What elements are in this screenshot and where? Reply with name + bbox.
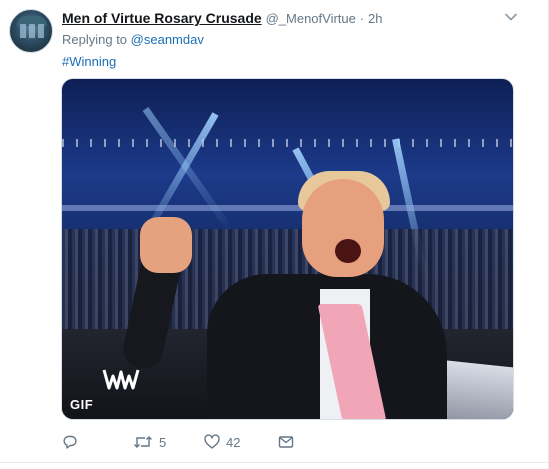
- replying-to-mention[interactable]: @seanmdav: [131, 32, 204, 47]
- wwe-logo-icon: [102, 369, 140, 390]
- person-fist: [140, 217, 192, 273]
- replying-to-line: Replying to @seanmdav: [62, 31, 204, 48]
- tweet-card[interactable]: Men of Virtue Rosary Crusade @_MenofVirt…: [0, 0, 549, 469]
- reply-button[interactable]: [62, 432, 84, 452]
- retweet-count: 5: [159, 434, 167, 450]
- retweet-icon: [134, 436, 152, 448]
- stage-lights: [62, 139, 513, 147]
- avatar-window: [38, 24, 44, 38]
- like-button[interactable]: 42: [204, 432, 240, 452]
- heart-icon: [204, 434, 220, 449]
- person-mouth: [335, 239, 361, 263]
- envelope-icon: [278, 436, 294, 448]
- author-name[interactable]: Men of Virtue Rosary Crusade: [62, 10, 262, 26]
- avatar-window: [20, 24, 26, 38]
- like-count: 42: [226, 434, 241, 450]
- arena-band: [62, 205, 513, 211]
- gif-badge: GIF: [70, 397, 94, 412]
- author-handle[interactable]: @_MenofVirtue: [266, 11, 356, 26]
- chevron-down-icon[interactable]: [504, 10, 518, 24]
- tweet-actions: 5 42: [60, 432, 320, 452]
- reply-icon: [63, 435, 77, 449]
- gif-media[interactable]: GIF: [61, 78, 514, 420]
- tweet-header: Men of Virtue Rosary Crusade @_MenofVirt…: [62, 9, 502, 27]
- avatar[interactable]: [9, 9, 53, 53]
- header-separator: ·: [359, 11, 365, 26]
- tweet-timestamp[interactable]: 2h: [368, 11, 382, 26]
- tweet-divider: [0, 462, 549, 463]
- avatar-window: [29, 24, 35, 38]
- tweet-hashtag[interactable]: #Winning: [62, 53, 116, 70]
- replying-prefix: Replying to: [62, 32, 128, 47]
- direct-message-button[interactable]: [278, 432, 294, 452]
- retweet-button[interactable]: 5: [133, 432, 166, 452]
